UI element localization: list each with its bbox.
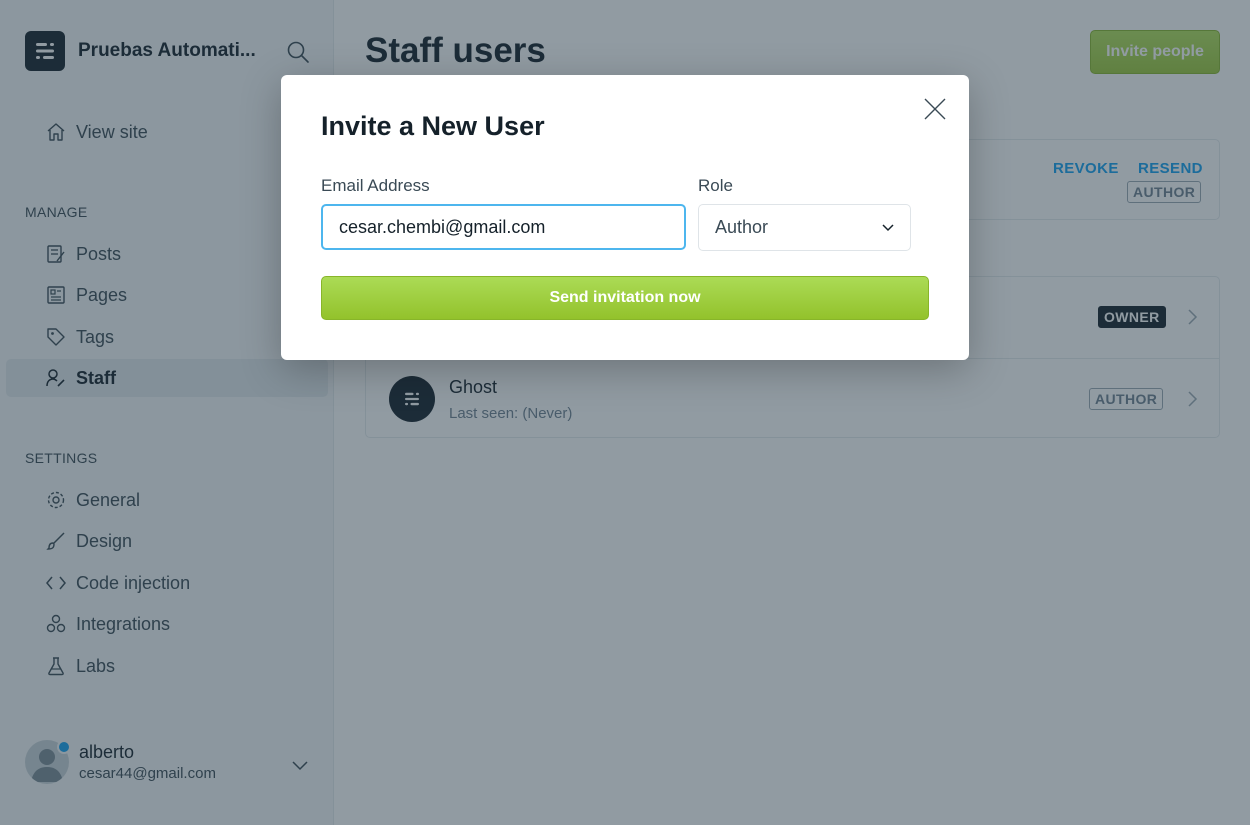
role-label: Role xyxy=(698,176,733,195)
email-label: Email Address xyxy=(321,176,430,195)
role-select[interactable]: Author xyxy=(698,204,911,251)
chevron-down-icon xyxy=(882,224,894,232)
modal-title: Invite a New User xyxy=(321,111,545,141)
close-icon[interactable] xyxy=(923,97,947,121)
role-select-value: Author xyxy=(715,217,769,237)
email-field[interactable] xyxy=(321,204,686,250)
invite-user-modal: Invite a New User Email Address Role Aut… xyxy=(281,75,969,360)
send-invitation-button[interactable]: Send invitation now xyxy=(321,276,929,320)
